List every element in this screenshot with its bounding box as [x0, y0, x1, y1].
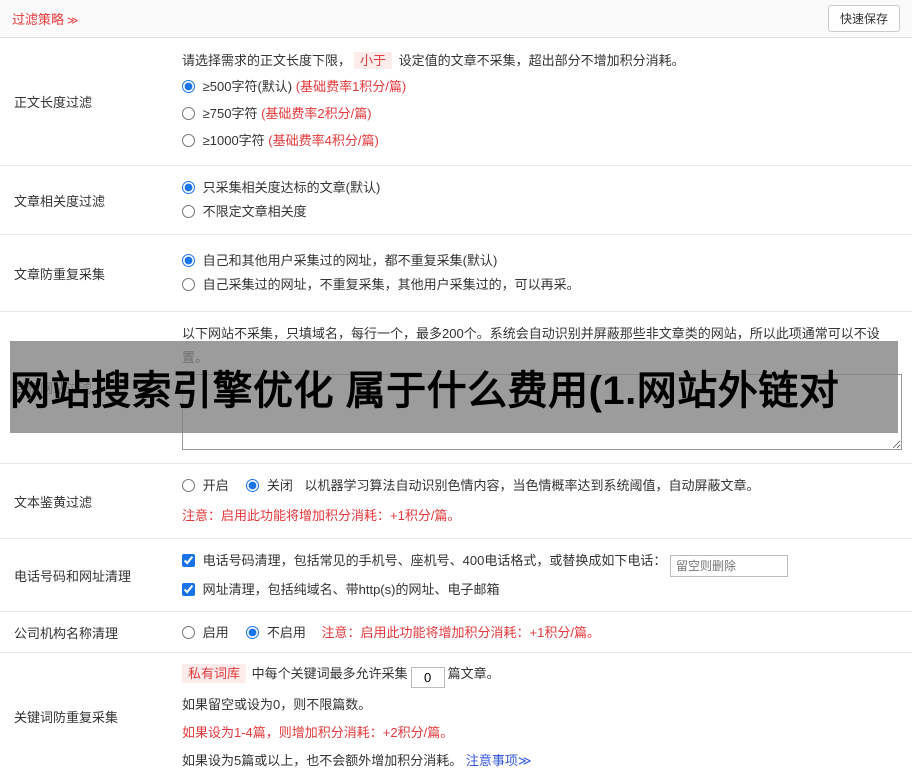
- porn-filter-desc: 以机器学习算法自动识别色情内容，当色情概率达到系统阈值，自动屏蔽文章。: [304, 478, 760, 493]
- dup-option-self-radio[interactable]: [182, 278, 195, 291]
- length-option-1000-note: (基础费率4积分/篇): [268, 133, 379, 148]
- length-filter-intro-post: 设定值的文章不采集，超出部分不增加积分消耗。: [395, 53, 685, 68]
- relevance-option-any-radio[interactable]: [182, 205, 195, 218]
- row-company-clean: 公司机构名称清理 启用 不启用 注意：启用此功能将增加积分消耗：+1积分/篇。: [0, 612, 912, 653]
- dup-option-self-label: 自己采集过的网址，不重复采集，其他用户采集过的，可以再采。: [202, 277, 580, 292]
- phone-clean-checkbox-label[interactable]: 电话号码清理，包括常见的手机号、座机号、400电话格式，或替换成如下电话：: [182, 553, 670, 568]
- row-keyword-dedup: 关键词防重复采集 私有词库 中每个关键词最多允许采集 篇文章。 如果留空或设为0，…: [0, 653, 912, 768]
- phone-clean-item: 电话号码清理，包括常见的手机号、座机号、400电话格式，或替换成如下电话：: [182, 547, 902, 577]
- length-option-750[interactable]: ≥750字符 (基础费率2积分/篇): [182, 100, 902, 127]
- relevance-option-strict[interactable]: 只采集相关度达标的文章(默认): [182, 176, 902, 200]
- porn-option-off-label: 关闭: [266, 478, 293, 493]
- watermark-overlay: 网站搜索引擎优化 属于什么费用(1.网站外链对: [10, 341, 898, 433]
- length-option-500[interactable]: ≥500字符(默认) (基础费率1积分/篇): [182, 73, 902, 100]
- length-option-750-note: (基础费率2积分/篇): [261, 106, 372, 121]
- keyword-dedup-line4-text: 如果设为5篇或以上，也不会额外增加积分消耗。: [182, 753, 463, 768]
- porn-option-off[interactable]: 关闭: [246, 478, 296, 493]
- length-option-500-label: ≥500字符(默认): [202, 79, 296, 94]
- company-option-off-radio[interactable]: [246, 626, 260, 639]
- length-option-500-radio[interactable]: [182, 80, 195, 93]
- watermark-text: 网站搜索引擎优化 属于什么费用(1.网站外链对: [10, 369, 840, 413]
- dup-option-self[interactable]: 自己采集过的网址，不重复采集，其他用户采集过的，可以再采。: [182, 273, 902, 297]
- porn-filter-options: 开启 关闭 以机器学习算法自动识别色情内容，当色情概率达到系统阈值，自动屏蔽文章…: [182, 474, 902, 498]
- url-clean-checkbox[interactable]: [182, 583, 195, 596]
- row-label-phone-clean: 电话号码和网址清理: [14, 568, 132, 584]
- dup-option-global[interactable]: 自己和其他用户采集过的网址，都不重复采集(默认): [182, 249, 902, 273]
- phone-replace-input[interactable]: [669, 555, 788, 577]
- row-label-dup-filter: 文章防重复采集: [14, 266, 106, 282]
- collapse-icon: ≫: [67, 15, 79, 27]
- relevance-option-strict-radio[interactable]: [182, 181, 195, 194]
- porn-option-on[interactable]: 开启: [182, 478, 232, 493]
- phone-clean-text: 电话号码清理，包括常见的手机号、座机号、400电话格式，或替换成如下电话：: [202, 553, 667, 568]
- company-option-on[interactable]: 启用: [182, 625, 232, 640]
- row-label-keyword-dedup: 关键词防重复采集: [14, 710, 119, 725]
- page-title-text: 过滤策略: [12, 12, 65, 27]
- row-porn-filter: 文本鉴黄过滤 开启 关闭 以机器学习算法自动识别色情内容，当色情概率达到系统阈值…: [0, 464, 912, 539]
- length-filter-intro-pre: 请选择需求的正文长度下限，: [182, 53, 352, 68]
- url-clean-checkbox-label[interactable]: 网址清理，包括纯域名、带http(s)的网址、电子邮箱: [182, 582, 499, 597]
- row-label-length-filter: 正文长度过滤: [14, 95, 93, 110]
- company-clean-options: 启用 不启用 注意：启用此功能将增加积分消耗：+1积分/篇。: [182, 622, 902, 644]
- row-relevance-filter: 文章相关度过滤 只采集相关度达标的文章(默认) 不限定文章相关度: [0, 166, 912, 235]
- page-title[interactable]: 过滤策略 ≫: [12, 9, 79, 28]
- keyword-dedup-line4: 如果设为5篇或以上，也不会额外增加积分消耗。 注意事项≫: [182, 750, 902, 768]
- length-option-1000-label: ≥1000字符: [202, 133, 269, 148]
- quick-save-button[interactable]: 快速保存: [827, 5, 900, 32]
- length-option-750-label: ≥750字符: [202, 106, 262, 121]
- url-clean-item: 网址清理，包括纯域名、带http(s)的网址、电子邮箱: [182, 577, 902, 603]
- length-filter-intro: 请选择需求的正文长度下限， 小于 设定值的文章不采集，超出部分不增加积分消耗。: [182, 49, 902, 73]
- url-clean-text: 网址清理，包括纯域名、带http(s)的网址、电子邮箱: [202, 582, 500, 597]
- porn-option-off-radio[interactable]: [246, 479, 260, 492]
- relevance-option-strict-label: 只采集相关度达标的文章(默认): [202, 180, 381, 195]
- company-option-on-label: 启用: [202, 625, 229, 640]
- notes-link[interactable]: 注意事项≫: [466, 753, 532, 768]
- row-dup-filter: 文章防重复采集 自己和其他用户采集过的网址，都不重复采集(默认) 自己采集过的网…: [0, 235, 912, 312]
- length-filter-highlight: 小于: [354, 52, 393, 69]
- row-label-relevance-filter: 文章相关度过滤: [14, 193, 106, 209]
- length-option-1000-radio[interactable]: [182, 134, 195, 147]
- relevance-option-any-label: 不限定文章相关度: [202, 204, 307, 219]
- company-option-off-label: 不启用: [266, 625, 306, 640]
- row-length-filter: 正文长度过滤 请选择需求的正文长度下限， 小于 设定值的文章不采集，超出部分不增加…: [0, 38, 912, 166]
- header: 过滤策略 ≫ 快速保存: [0, 0, 912, 38]
- porn-option-on-label: 开启: [202, 478, 229, 493]
- length-option-500-note: (基础费率1积分/篇): [295, 79, 407, 94]
- relevance-option-any[interactable]: 不限定文章相关度: [182, 200, 902, 224]
- keyword-dedup-line1-mid: 中每个关键词最多允许采集: [248, 666, 408, 681]
- row-label-company-clean: 公司机构名称清理: [14, 625, 119, 641]
- porn-option-on-radio[interactable]: [182, 479, 195, 492]
- keyword-dedup-line2: 如果留空或设为0，则不限篇数。: [182, 697, 372, 712]
- company-option-on-radio[interactable]: [182, 626, 195, 639]
- row-phone-clean: 电话号码和网址清理 电话号码清理，包括常见的手机号、座机号、400电话格式，或替…: [0, 539, 912, 612]
- company-clean-note: 注意：启用此功能将增加积分消耗：+1积分/篇。: [321, 625, 600, 640]
- length-option-750-radio[interactable]: [182, 107, 195, 120]
- keyword-dedup-line1: 私有词库 中每个关键词最多允许采集 篇文章。: [182, 661, 902, 688]
- row-label-porn-filter: 文本鉴黄过滤: [14, 494, 93, 510]
- phone-clean-checkbox[interactable]: [182, 554, 195, 567]
- keyword-dedup-line1-end: 篇文章。: [447, 666, 500, 681]
- dup-option-global-label: 自己和其他用户采集过的网址，都不重复采集(默认): [202, 253, 498, 268]
- length-option-1000[interactable]: ≥1000字符 (基础费率4积分/篇): [182, 127, 902, 154]
- porn-filter-note: 注意：启用此功能将增加积分消耗：+1积分/篇。: [182, 508, 461, 523]
- company-option-off[interactable]: 不启用: [246, 625, 309, 640]
- private-lexicon-badge: 私有词库: [182, 664, 247, 683]
- keyword-limit-input[interactable]: [410, 667, 445, 688]
- keyword-dedup-line3: 如果设为1-4篇，则增加积分消耗：+2积分/篇。: [182, 725, 454, 740]
- dup-option-global-radio[interactable]: [182, 254, 195, 267]
